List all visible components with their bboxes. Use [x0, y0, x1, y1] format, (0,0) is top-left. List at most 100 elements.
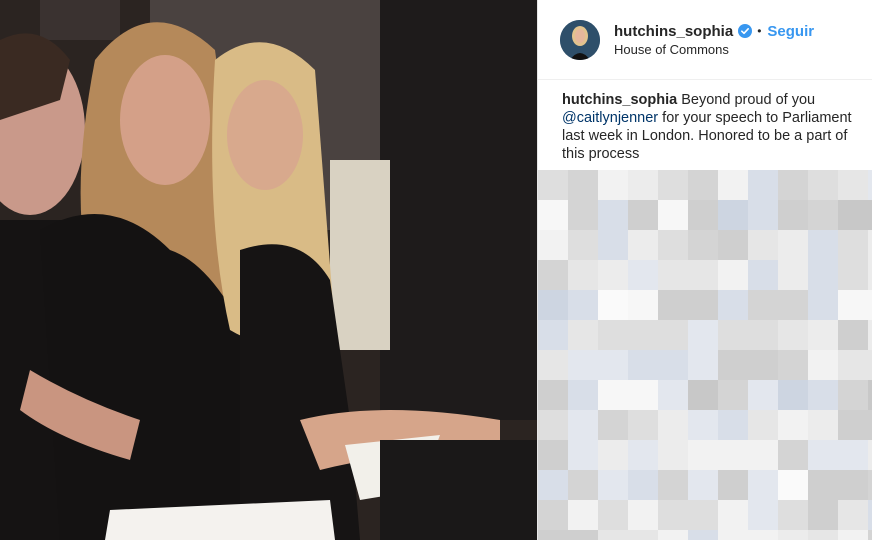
mosaic-tile	[568, 320, 598, 350]
mosaic-tile	[628, 320, 658, 350]
mosaic-tile	[538, 530, 568, 540]
mosaic-tile	[568, 500, 598, 530]
mosaic-tile	[538, 500, 568, 530]
mosaic-tile	[568, 350, 598, 380]
mosaic-tile	[538, 230, 568, 260]
mosaic-tile	[718, 320, 748, 350]
mosaic-tile	[838, 380, 868, 410]
avatar-image	[560, 20, 600, 60]
mosaic-tile	[778, 350, 808, 380]
mosaic-tile	[778, 410, 808, 440]
mosaic-tile	[658, 350, 688, 380]
mosaic-tile	[808, 200, 838, 230]
caption-mention-link[interactable]: @caitlynjenner	[562, 110, 658, 126]
mosaic-tile	[778, 380, 808, 410]
mosaic-tile	[748, 380, 778, 410]
mosaic-tile	[538, 470, 568, 500]
mosaic-tile	[868, 470, 872, 500]
mosaic-tile	[538, 440, 568, 470]
mosaic-tile	[628, 410, 658, 440]
mosaic-tile	[658, 260, 688, 290]
mosaic-tile	[658, 320, 688, 350]
mosaic-tile	[748, 170, 778, 200]
mosaic-tile	[658, 200, 688, 230]
mosaic-tile	[658, 440, 688, 470]
mosaic-tile	[718, 260, 748, 290]
mosaic-tile	[598, 170, 628, 200]
mosaic-tile	[538, 200, 568, 230]
avatar[interactable]	[560, 20, 600, 60]
follow-button[interactable]: Seguir	[767, 23, 814, 40]
mosaic-tile	[808, 170, 838, 200]
mosaic-tile	[538, 350, 568, 380]
mosaic-tile	[778, 230, 808, 260]
mosaic-tile	[868, 380, 872, 410]
mosaic-tile	[808, 470, 838, 500]
mosaic-tile	[838, 200, 868, 230]
mosaic-tile	[658, 230, 688, 260]
post-caption: hutchins_sophia Beyond proud of you @cai…	[562, 91, 852, 163]
mosaic-tile	[538, 170, 568, 200]
mosaic-tile	[718, 200, 748, 230]
mosaic-tile	[688, 200, 718, 230]
pixelated-comments-area	[538, 170, 872, 540]
mosaic-tile	[688, 530, 718, 540]
mosaic-tile	[748, 440, 778, 470]
mosaic-tile	[718, 170, 748, 200]
mosaic-tile	[748, 530, 778, 540]
mosaic-tile	[598, 290, 628, 320]
mosaic-tile	[718, 380, 748, 410]
mosaic-tile	[538, 410, 568, 440]
mosaic-tile	[868, 350, 872, 380]
mosaic-tile	[748, 200, 778, 230]
mosaic-tile	[778, 200, 808, 230]
mosaic-tile	[598, 530, 628, 540]
mosaic-tile	[868, 200, 872, 230]
mosaic-tile	[628, 290, 658, 320]
mosaic-tile	[868, 320, 872, 350]
mosaic-tile	[808, 410, 838, 440]
mosaic-tile	[688, 350, 718, 380]
mosaic-tile	[568, 230, 598, 260]
mosaic-tile	[778, 470, 808, 500]
post-photo[interactable]	[0, 0, 537, 540]
mosaic-tile	[628, 380, 658, 410]
mosaic-tile	[868, 530, 872, 540]
location-link[interactable]: House of Commons	[614, 42, 729, 57]
post-side-panel: hutchins_sophia • Seguir House of Common…	[537, 0, 875, 540]
pixelated-mosaic	[538, 170, 872, 540]
mosaic-tile	[808, 320, 838, 350]
mosaic-tile	[748, 470, 778, 500]
post-header: hutchins_sophia • Seguir House of Common…	[538, 0, 872, 80]
mosaic-tile	[598, 320, 628, 350]
mosaic-tile	[808, 350, 838, 380]
mosaic-tile	[868, 410, 872, 440]
mosaic-tile	[808, 290, 838, 320]
mosaic-tile	[718, 290, 748, 320]
mosaic-tile	[838, 290, 868, 320]
mosaic-tile	[778, 320, 808, 350]
mosaic-tile	[628, 170, 658, 200]
mosaic-tile	[778, 290, 808, 320]
mosaic-tile	[658, 500, 688, 530]
mosaic-tile	[838, 470, 868, 500]
mosaic-tile	[838, 260, 868, 290]
mosaic-tile	[688, 440, 718, 470]
mosaic-tile	[688, 470, 718, 500]
mosaic-tile	[688, 320, 718, 350]
mosaic-tile	[598, 500, 628, 530]
caption-username[interactable]: hutchins_sophia	[562, 92, 677, 108]
mosaic-tile	[838, 230, 868, 260]
mosaic-tile	[688, 260, 718, 290]
mosaic-tile	[688, 290, 718, 320]
mosaic-tile	[568, 290, 598, 320]
mosaic-tile	[658, 380, 688, 410]
caption-text-before: Beyond proud of you	[677, 92, 816, 108]
mosaic-tile	[538, 320, 568, 350]
mosaic-tile	[598, 410, 628, 440]
username-link[interactable]: hutchins_sophia	[614, 23, 733, 40]
mosaic-tile	[748, 290, 778, 320]
mosaic-tile	[658, 410, 688, 440]
mosaic-tile	[628, 470, 658, 500]
mosaic-tile	[688, 500, 718, 530]
